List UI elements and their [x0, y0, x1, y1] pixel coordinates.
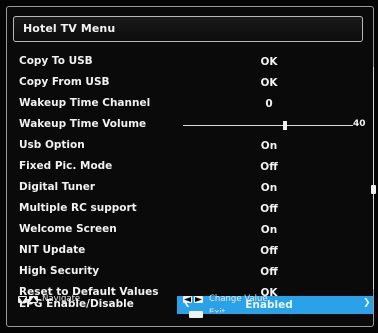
setting-label: Digital Tuner	[19, 181, 96, 193]
scrollbar-track[interactable]	[373, 67, 374, 289]
setting-value: Off	[260, 245, 278, 257]
setting-value: OK	[260, 56, 278, 68]
left-arrow-key-icon	[183, 296, 192, 303]
exit-key-icon	[189, 311, 203, 318]
setting-label: Welcome Screen	[19, 223, 117, 235]
setting-value: On	[260, 140, 278, 152]
setting-label: Fixed Pic. Mode	[19, 160, 113, 172]
setting-nit-update[interactable]: NIT Update Off	[13, 241, 373, 261]
setting-fixed-pic-mode[interactable]: Fixed Pic. Mode Off	[13, 157, 373, 177]
setting-value: OK	[260, 77, 278, 89]
setting-digital-tuner[interactable]: Digital Tuner On	[13, 178, 373, 198]
setting-usb-option[interactable]: Usb Option On	[13, 136, 373, 156]
scrollbar-thumb[interactable]	[371, 185, 376, 194]
setting-label: NIT Update	[19, 244, 86, 256]
setting-wakeup-time-volume[interactable]: Wakeup Time Volume 40	[13, 115, 373, 135]
footer-hints: Navigate Change Value Exit	[0, 291, 378, 333]
volume-slider-track[interactable]	[183, 125, 353, 126]
setting-value: Off	[260, 203, 278, 215]
up-arrow-key-icon	[29, 296, 38, 303]
settings-list: Copy To USB OK Copy From USB OK Wakeup T…	[13, 52, 366, 302]
volume-slider-knob[interactable]	[283, 121, 287, 130]
setting-high-security[interactable]: High Security Off	[13, 262, 373, 282]
menu-header: Hotel TV Menu	[13, 16, 363, 42]
right-arrow-key-icon	[194, 296, 203, 303]
setting-welcome-screen[interactable]: Welcome Screen On	[13, 220, 373, 240]
setting-label: Copy To USB	[19, 55, 93, 67]
setting-value: Off	[260, 266, 278, 278]
setting-value: On	[260, 224, 278, 236]
setting-label: Copy From USB	[19, 76, 110, 88]
change-value-hint: Change Value	[209, 294, 268, 304]
setting-multiple-rc-support[interactable]: Multiple RC support Off	[13, 199, 373, 219]
hotel-tv-menu-panel: Hotel TV Menu Copy To USB OK Copy From U…	[6, 6, 376, 327]
navigate-hint: Navigate	[42, 294, 81, 304]
setting-label: Wakeup Time Channel	[19, 97, 151, 109]
setting-copy-to-usb[interactable]: Copy To USB OK	[13, 52, 373, 72]
setting-label: Multiple RC support	[19, 202, 137, 214]
volume-slider-value: 40	[353, 119, 366, 129]
setting-value: 0	[265, 98, 273, 110]
setting-wakeup-time-channel[interactable]: Wakeup Time Channel 0	[13, 94, 373, 114]
down-arrow-key-icon	[18, 296, 27, 303]
setting-label: High Security	[19, 265, 100, 277]
setting-value: Off	[260, 161, 278, 173]
setting-label: Wakeup Time Volume	[19, 118, 147, 130]
setting-copy-from-usb[interactable]: Copy From USB OK	[13, 73, 373, 93]
setting-value: On	[260, 182, 278, 194]
menu-title: Hotel TV Menu	[23, 22, 116, 35]
setting-label: Usb Option	[19, 139, 85, 151]
exit-hint: Exit	[209, 308, 226, 318]
